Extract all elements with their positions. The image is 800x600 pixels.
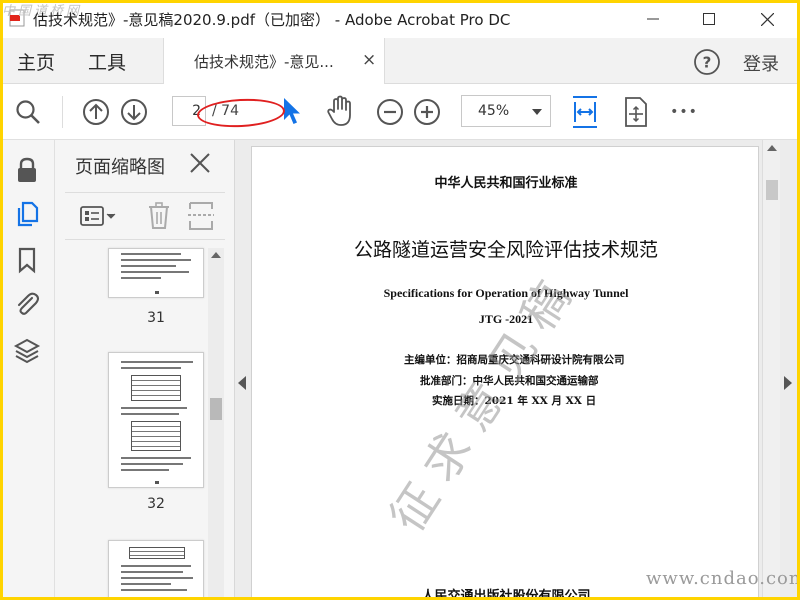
zoom-level-value: 45%: [478, 103, 510, 119]
frame-border-top: [0, 0, 800, 3]
more-tools-button[interactable]: •••: [668, 96, 700, 128]
english-title: Specifications for Operation of Highway …: [383, 286, 629, 300]
page-thumbnail[interactable]: [108, 248, 204, 298]
tab-bar: 主页 工具 估技术规范》-意见... × ? 登录: [0, 38, 800, 84]
pdf-page: 中华人民共和国行业标准 公路隧道运营安全风险评估技术规范 Specificati…: [251, 146, 759, 600]
page-move-icon: [625, 97, 647, 127]
pages-icon[interactable]: [13, 200, 41, 228]
help-symbol: ?: [703, 54, 712, 72]
previous-page-button[interactable]: [80, 96, 112, 128]
minimize-button[interactable]: [630, 0, 676, 38]
scroll-up-icon[interactable]: [211, 252, 221, 258]
thumbnails-scrollbar[interactable]: [208, 248, 224, 600]
collapse-right-panel-icon[interactable]: [784, 376, 792, 390]
maximize-icon: [703, 13, 715, 25]
page-thumbnail-label: 31: [147, 310, 165, 326]
search-icon: [16, 100, 40, 124]
extract-pages-icon[interactable]: [187, 201, 215, 231]
thumbnail-options-icon[interactable]: [79, 203, 117, 231]
standard-category-header: 中华人民共和国行业标准: [434, 176, 578, 191]
scroll-up-icon[interactable]: [767, 145, 777, 151]
lock-icon[interactable]: [13, 156, 41, 184]
side-icon-rail: [0, 140, 55, 600]
zoom-in-icon: [414, 99, 440, 125]
thumbnails-panel-title: 页面缩略图: [75, 157, 165, 178]
layers-icon[interactable]: [13, 336, 41, 364]
maximize-button[interactable]: [686, 0, 732, 38]
close-tab-button[interactable]: ×: [362, 50, 376, 70]
document-scrollbar[interactable]: [762, 140, 780, 600]
document-main-title: 公路隧道运营安全风险评估技术规范: [353, 239, 658, 261]
close-panel-icon[interactable]: [187, 150, 213, 176]
arrow-down-circle-icon: [121, 99, 147, 125]
tab-home[interactable]: 主页: [17, 48, 55, 75]
help-icon[interactable]: ?: [693, 48, 721, 76]
thumbnails-toolbar: [65, 192, 225, 240]
scrollbar-thumb[interactable]: [210, 398, 222, 420]
frame-border-left: [0, 0, 3, 600]
window-title: 估技术规范》-意见稿2020.9.pdf（已加密） - Adobe Acroba…: [33, 11, 511, 29]
chevron-down-icon: [532, 109, 542, 115]
document-tab-label: 估技术规范》-意见...: [194, 53, 334, 71]
toolbar-separator: [62, 96, 63, 128]
site-watermark: www.cndao.com: [646, 568, 800, 589]
paperclip-icon[interactable]: [13, 290, 41, 318]
page-thumbnail[interactable]: [108, 540, 204, 600]
bookmark-icon[interactable]: [13, 246, 41, 274]
arrow-up-circle-icon: [83, 99, 109, 125]
trash-icon[interactable]: [147, 201, 171, 231]
rotate-view-button[interactable]: [619, 94, 653, 130]
title-bar: 中国道桥网 估技术规范》-意见稿2020.9.pdf（已加密） - Adobe …: [0, 0, 800, 38]
hand-icon: [327, 95, 351, 126]
page-thumbnail-label: 32: [147, 496, 165, 512]
tab-document[interactable]: 估技术规范》-意见... ×: [163, 38, 385, 84]
page-thumbnails-panel: 页面缩略图 31 32: [55, 140, 235, 600]
zoom-out-icon: [377, 99, 403, 125]
hand-tool-button[interactable]: [323, 94, 357, 128]
zoom-level-dropdown[interactable]: 45%: [461, 95, 551, 127]
zoom-out-button[interactable]: [374, 96, 406, 128]
zoom-in-button[interactable]: [411, 96, 443, 128]
close-window-button[interactable]: [744, 0, 790, 38]
fit-page-button[interactable]: [567, 94, 603, 130]
minimize-icon: [647, 18, 659, 20]
tab-tools[interactable]: 工具: [88, 48, 126, 75]
login-link[interactable]: 登录: [743, 50, 779, 76]
collapse-left-panel-icon[interactable]: [238, 376, 246, 390]
close-icon: [760, 12, 774, 26]
page-thumbnail[interactable]: [108, 352, 204, 488]
fit-width-icon: [573, 96, 597, 128]
document-viewport: 中华人民共和国行业标准 公路隧道运营安全风险评估技术规范 Specificati…: [235, 140, 800, 600]
next-page-button[interactable]: [118, 96, 150, 128]
scrollbar-thumb[interactable]: [766, 180, 778, 200]
search-button[interactable]: [12, 96, 44, 128]
main-toolbar: 2 / 74 45% •••: [0, 84, 800, 140]
